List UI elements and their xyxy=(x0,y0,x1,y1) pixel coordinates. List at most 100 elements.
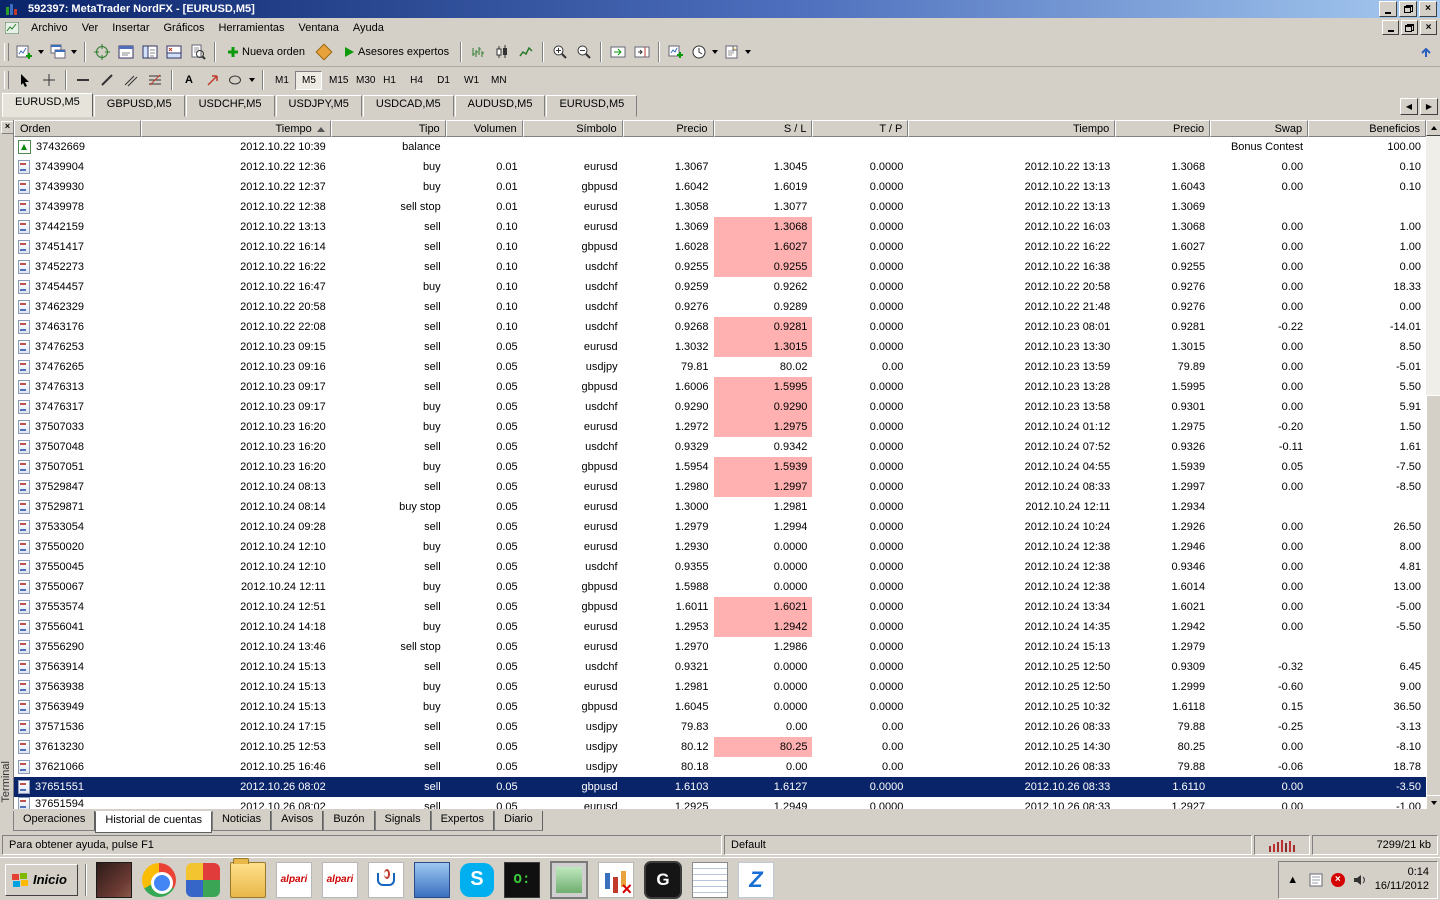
templates-button[interactable] xyxy=(721,41,754,63)
new-order-button[interactable]: Nueva orden xyxy=(220,41,312,63)
history-row[interactable]: 375500202012.10.24 12:10buy0.05eurusd1.2… xyxy=(14,537,1426,557)
mdi-close-button[interactable]: × xyxy=(1420,20,1437,35)
history-row[interactable]: 375562902012.10.24 13:46sell stop0.05eur… xyxy=(14,637,1426,657)
chart-tab-usdchf-m5[interactable]: USDCHF,M5 xyxy=(186,95,275,117)
line-chart-button[interactable] xyxy=(514,41,538,63)
timeframe-m30-button[interactable]: M30 xyxy=(349,71,376,90)
history-row[interactable]: 375639382012.10.24 15:13buy0.05eurusd1.2… xyxy=(14,677,1426,697)
candlestick-button[interactable] xyxy=(490,41,514,63)
console-icon[interactable]: O: xyxy=(504,862,540,898)
history-row[interactable]: 375070512012.10.23 16:20buy0.05gbpusd1.5… xyxy=(14,457,1426,477)
history-row[interactable]: 374544572012.10.22 16:47buy0.10usdchf0.9… xyxy=(14,277,1426,297)
z-app-icon[interactable]: Z xyxy=(738,862,774,898)
restore-button[interactable] xyxy=(1399,1,1417,17)
channel-button[interactable] xyxy=(119,69,143,91)
tab-scroll-left-button[interactable]: ◀ xyxy=(1400,98,1418,115)
new-chart-button[interactable] xyxy=(13,41,47,63)
history-row[interactable]: 374763172012.10.23 09:17buy0.05usdchf0.9… xyxy=(14,397,1426,417)
history-row[interactable]: 375500672012.10.24 12:11buy0.05gbpusd1.5… xyxy=(14,577,1426,597)
bar-chart-button[interactable] xyxy=(466,41,490,63)
clipboard-tray-icon[interactable] xyxy=(1308,872,1324,888)
timeframe-d1-button[interactable]: D1 xyxy=(430,71,457,90)
column-header-volumen[interactable]: Volumen xyxy=(446,120,523,137)
timeframe-m15-button[interactable]: M15 xyxy=(322,71,349,90)
history-row[interactable]: 375715362012.10.24 17:15sell0.05usdjpy79… xyxy=(14,717,1426,737)
metatrader-offline-icon[interactable] xyxy=(598,862,634,898)
zoom-in-button[interactable] xyxy=(548,41,572,63)
column-header-swap[interactable]: Swap xyxy=(1210,120,1308,137)
terminal-tab-historial-de-cuentas[interactable]: Historial de cuentas xyxy=(95,811,212,833)
column-header-beneficios[interactable]: Beneficios xyxy=(1308,120,1426,137)
zoom-out-button[interactable] xyxy=(572,41,596,63)
scroll-up-button[interactable] xyxy=(1426,120,1440,136)
column-header-orden[interactable]: Orden xyxy=(14,120,141,137)
menu-item-gr-ficos[interactable]: Gráficos xyxy=(157,20,212,36)
menu-item-ayuda[interactable]: Ayuda xyxy=(346,20,391,36)
history-row[interactable]: 376515512012.10.26 08:02sell0.05gbpusd1.… xyxy=(14,777,1426,797)
chart-shift-button[interactable] xyxy=(630,41,654,63)
java-icon[interactable] xyxy=(368,862,404,898)
pictures-icon[interactable] xyxy=(414,862,450,898)
mdi-restore-button[interactable] xyxy=(1401,20,1418,35)
column-header-t-p[interactable]: T / P xyxy=(812,120,908,137)
timeframe-m5-button[interactable]: M5 xyxy=(295,71,322,90)
vertical-scrollbar[interactable] xyxy=(1426,120,1440,811)
skype-icon[interactable]: S xyxy=(460,863,494,897)
show-hidden-icons-arrow[interactable]: ▲ xyxy=(1285,872,1301,888)
metaeditor-button[interactable] xyxy=(312,41,336,63)
menu-item-archivo[interactable]: Archivo xyxy=(24,20,75,36)
alpari-icon[interactable]: alpari xyxy=(322,862,358,898)
profiles-button[interactable] xyxy=(47,41,80,63)
history-row[interactable]: 374399782012.10.22 12:38sell stop0.01eur… xyxy=(14,197,1426,217)
periods-button[interactable] xyxy=(688,41,721,63)
column-header-s-mbolo[interactable]: Símbolo xyxy=(523,120,623,137)
history-row[interactable]: 374326692012.10.22 10:39balanceBonus Con… xyxy=(14,137,1426,157)
indicators-button[interactable] xyxy=(664,41,688,63)
history-row[interactable]: 374399042012.10.22 12:36buy0.01eurusd1.3… xyxy=(14,157,1426,177)
history-row[interactable]: 375500452012.10.24 12:10sell0.05usdchf0.… xyxy=(14,557,1426,577)
history-row[interactable]: 376210662012.10.25 16:46sell0.05usdjpy80… xyxy=(14,757,1426,777)
chart-tab-usdjpy-m5[interactable]: USDJPY,M5 xyxy=(276,95,362,117)
history-row[interactable]: 375070482012.10.23 16:20sell0.05usdchf0.… xyxy=(14,437,1426,457)
chart-tab-eurusd-m5[interactable]: EURUSD,M5 xyxy=(546,95,637,117)
column-header-s-l[interactable]: S / L xyxy=(714,120,813,137)
color-wheel-icon[interactable] xyxy=(186,863,220,897)
arrow-tool-button[interactable] xyxy=(201,69,225,91)
terminal-tab-buz-n[interactable]: Buzón xyxy=(323,811,374,831)
toolbar-expand-button[interactable] xyxy=(1414,41,1438,63)
chart-tab-gbpusd-m5[interactable]: GBPUSD,M5 xyxy=(94,95,185,117)
timeframe-h4-button[interactable]: H4 xyxy=(403,71,430,90)
history-row[interactable]: 374421592012.10.22 13:13sell0.10eurusd1.… xyxy=(14,217,1426,237)
scrollbar-thumb[interactable] xyxy=(1426,395,1440,797)
history-row[interactable]: 375639492012.10.24 15:13buy0.05gbpusd1.6… xyxy=(14,697,1426,717)
terminal-tab-avisos[interactable]: Avisos xyxy=(271,811,323,831)
g-key-icon[interactable]: G xyxy=(644,861,682,899)
notepad-icon[interactable] xyxy=(692,862,728,898)
alpari-icon[interactable]: alpari xyxy=(276,862,312,898)
chart-system-icon[interactable] xyxy=(5,21,21,35)
history-row[interactable]: 374522732012.10.22 16:22sell0.10usdchf0.… xyxy=(14,257,1426,277)
history-row[interactable]: 375535742012.10.24 12:51sell0.05gbpusd1.… xyxy=(14,597,1426,617)
history-row[interactable]: 375639142012.10.24 15:13sell0.05usdchf0.… xyxy=(14,657,1426,677)
column-header-tipo[interactable]: Tipo xyxy=(331,120,446,137)
history-row[interactable]: 375298472012.10.24 08:13sell0.05eurusd1.… xyxy=(14,477,1426,497)
terminal-tab-expertos[interactable]: Expertos xyxy=(431,811,494,831)
history-row[interactable]: 374399302012.10.22 12:37buy0.01gbpusd1.6… xyxy=(14,177,1426,197)
fibonacci-button[interactable] xyxy=(143,69,167,91)
horizontal-line-button[interactable] xyxy=(71,69,95,91)
auto-scroll-button[interactable] xyxy=(606,41,630,63)
monitor-icon[interactable] xyxy=(550,861,588,899)
chrome-icon[interactable] xyxy=(142,863,176,897)
history-row[interactable]: 374762652012.10.23 09:16sell0.05usdjpy79… xyxy=(14,357,1426,377)
data-window-button[interactable] xyxy=(114,41,138,63)
close-button[interactable]: × xyxy=(1419,1,1437,17)
cursor-button[interactable] xyxy=(13,69,37,91)
menu-item-insertar[interactable]: Insertar xyxy=(105,20,156,36)
timeframe-mn-button[interactable]: MN xyxy=(484,71,511,90)
trendline-button[interactable] xyxy=(95,69,119,91)
timeframe-h1-button[interactable]: H1 xyxy=(376,71,403,90)
chart-tab-audusd-m5[interactable]: AUDUSD,M5 xyxy=(455,95,546,117)
terminal-tab-signals[interactable]: Signals xyxy=(375,811,431,831)
column-header-tiempo[interactable]: Tiempo xyxy=(141,120,331,137)
tab-scroll-right-button[interactable]: ▶ xyxy=(1420,98,1438,115)
